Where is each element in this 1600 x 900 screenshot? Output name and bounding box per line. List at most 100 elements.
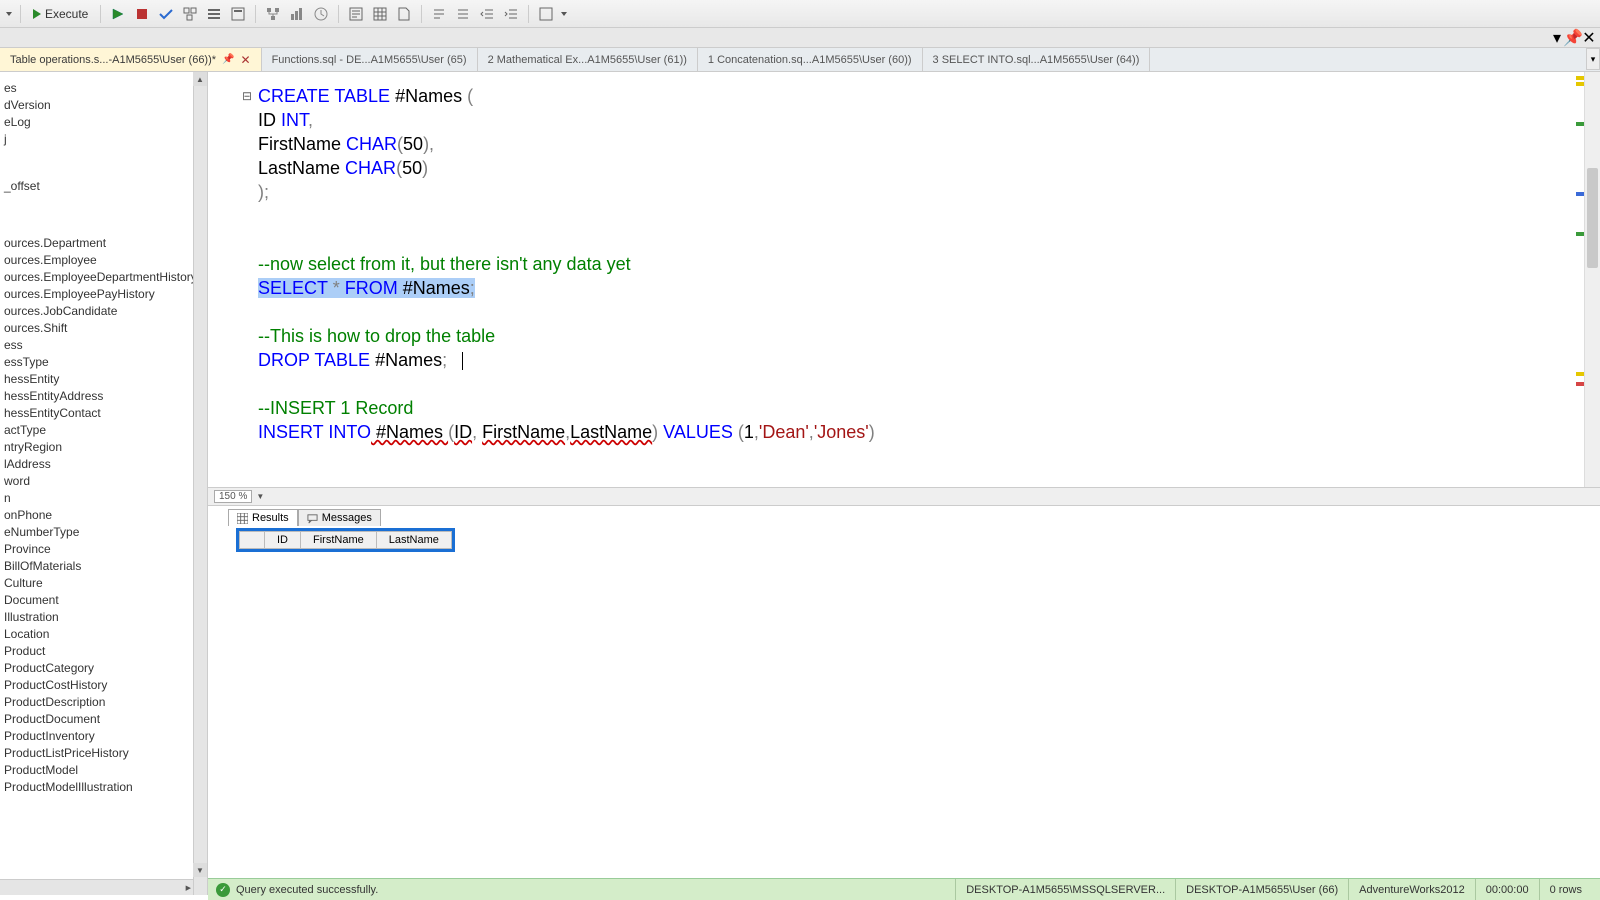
tab-select-into[interactable]: 3 SELECT INTO.sql...A1M5655\User (64)) — [923, 48, 1151, 71]
cancel-button[interactable] — [131, 3, 153, 25]
tree-node[interactable]: ources.Shift — [0, 320, 207, 337]
tree-node[interactable]: ProductInventory — [0, 728, 207, 745]
tree-node[interactable]: es — [0, 80, 207, 97]
scroll-up-button[interactable]: ▲ — [193, 72, 207, 86]
tree-node[interactable]: hessEntity — [0, 371, 207, 388]
tree-node[interactable]: ProductCategory — [0, 660, 207, 677]
execute-button[interactable]: Execute — [27, 3, 94, 25]
decrease-indent-button[interactable] — [476, 3, 498, 25]
include-client-stats-button[interactable] — [310, 3, 332, 25]
tree-node[interactable]: n — [0, 490, 207, 507]
close-sidebar-icon[interactable]: ✕ — [1582, 31, 1596, 45]
tree-node[interactable]: Product — [0, 643, 207, 660]
column-header-lastname[interactable]: LastName — [376, 532, 451, 549]
tree-node[interactable]: hessEntityContact — [0, 405, 207, 422]
db-dropdown[interactable] — [4, 3, 14, 25]
zoom-bar: 150 % ▼ — [208, 487, 1600, 505]
tree-node[interactable]: Document — [0, 592, 207, 609]
tree-node[interactable]: ProductDocument — [0, 711, 207, 728]
tab-label: 1 Concatenation.sq...A1M5655\User (60)) — [708, 54, 912, 66]
tree-node[interactable]: Culture — [0, 575, 207, 592]
tree-node[interactable]: ntryRegion — [0, 439, 207, 456]
tree-node[interactable]: lAddress — [0, 456, 207, 473]
estimated-plan-button[interactable] — [179, 3, 201, 25]
tree-node[interactable]: ProductDescription — [0, 694, 207, 711]
tree-node[interactable]: ources.Department — [0, 235, 207, 252]
status-database: AdventureWorks2012 — [1348, 879, 1475, 900]
tree-node[interactable]: ProductListPriceHistory — [0, 745, 207, 762]
results-to-file-button[interactable] — [393, 3, 415, 25]
tree-node[interactable]: Illustration — [0, 609, 207, 626]
specify-values-button[interactable] — [535, 3, 557, 25]
vertical-scrollbar[interactable] — [193, 72, 207, 895]
debug-button[interactable] — [107, 3, 129, 25]
tree-node[interactable]: actType — [0, 422, 207, 439]
results-tab[interactable]: Results — [228, 509, 298, 526]
main-toolbar: Execute — [0, 0, 1600, 28]
results-to-grid-button[interactable] — [369, 3, 391, 25]
tree-node[interactable]: BillOfMaterials — [0, 558, 207, 575]
tree-node[interactable]: essType — [0, 354, 207, 371]
intellisense-button[interactable] — [227, 3, 249, 25]
tree-node[interactable]: ources.EmployeeDepartmentHistory — [0, 269, 207, 286]
tree-node[interactable]: ProductModelIllustration — [0, 779, 207, 796]
object-tree[interactable]: esdVersioneLogj _offset ources.Departmen… — [0, 72, 207, 796]
tree-node[interactable]: ProductModel — [0, 762, 207, 779]
tree-node[interactable]: j — [0, 131, 207, 148]
tree-node[interactable]: Location — [0, 626, 207, 643]
results-tab-label: Results — [252, 512, 289, 524]
pin-icon[interactable]: 📌 — [222, 54, 234, 65]
tab-table-operations[interactable]: Table operations.s...-A1M5655\User (66))… — [0, 48, 262, 71]
tree-node[interactable]: _offset — [0, 178, 207, 195]
tree-node[interactable]: word — [0, 473, 207, 490]
document-tabs: Table operations.s...-A1M5655\User (66))… — [0, 48, 1600, 72]
tree-node[interactable]: hessEntityAddress — [0, 388, 207, 405]
messages-tab[interactable]: Messages — [298, 509, 381, 526]
tree-node[interactable]: ProductCostHistory — [0, 677, 207, 694]
text-cursor — [462, 352, 463, 370]
tab-mathematical[interactable]: 2 Mathematical Ex...A1M5655\User (61)) — [478, 48, 698, 71]
uncomment-button[interactable] — [452, 3, 474, 25]
include-plan-button[interactable] — [262, 3, 284, 25]
tab-label: Table operations.s...-A1M5655\User (66))… — [10, 54, 216, 66]
status-bar: ✓ Query executed successfully. DESKTOP-A… — [208, 878, 1600, 900]
status-user: DESKTOP-A1M5655\User (66) — [1175, 879, 1348, 900]
tree-node[interactable]: eNumberType — [0, 524, 207, 541]
zoom-dropdown-icon[interactable]: ▼ — [256, 492, 264, 501]
tab-concatenation[interactable]: 1 Concatenation.sq...A1M5655\User (60)) — [698, 48, 923, 71]
sql-editor[interactable]: ⊟ CREATE TABLE #Names ( ID INT, FirstNam… — [208, 72, 1600, 487]
horizontal-scrollbar[interactable] — [0, 879, 193, 895]
editor-scrollbar[interactable] — [1584, 72, 1600, 487]
collapse-icon[interactable]: ⊟ — [242, 84, 252, 108]
tab-functions[interactable]: Functions.sql - DE...A1M5655\User (65) — [262, 48, 478, 71]
results-to-text-button[interactable] — [345, 3, 367, 25]
misc-dropdown[interactable] — [559, 3, 569, 25]
column-header-id[interactable]: ID — [265, 532, 301, 549]
messages-tab-label: Messages — [322, 512, 372, 524]
tree-node[interactable]: ources.JobCandidate — [0, 303, 207, 320]
tab-overflow-button[interactable]: ▾ — [1586, 48, 1600, 70]
column-header-firstname[interactable]: FirstName — [301, 532, 377, 549]
dropdown-icon[interactable]: ▾ — [1550, 31, 1564, 45]
comment-button[interactable] — [428, 3, 450, 25]
success-icon: ✓ — [216, 883, 230, 897]
parse-button[interactable] — [155, 3, 177, 25]
status-time: 00:00:00 — [1475, 879, 1539, 900]
scroll-down-button[interactable]: ▼ — [193, 863, 207, 877]
tree-node[interactable]: dVersion — [0, 97, 207, 114]
tree-node[interactable]: onPhone — [0, 507, 207, 524]
close-tab-icon[interactable]: ✕ — [241, 53, 251, 67]
tree-node[interactable]: ources.Employee — [0, 252, 207, 269]
tree-node[interactable]: ources.EmployeePayHistory — [0, 286, 207, 303]
tree-node[interactable]: ess — [0, 337, 207, 354]
zoom-select[interactable]: 150 % — [214, 490, 252, 503]
tree-node[interactable]: Province — [0, 541, 207, 558]
results-grid[interactable]: ID FirstName LastName — [239, 531, 452, 549]
pushpin-icon[interactable]: 📌 — [1566, 31, 1580, 45]
play-icon — [33, 9, 41, 19]
tab-label: 3 SELECT INTO.sql...A1M5655\User (64)) — [933, 54, 1140, 66]
include-stats-button[interactable] — [286, 3, 308, 25]
query-options-button[interactable] — [203, 3, 225, 25]
increase-indent-button[interactable] — [500, 3, 522, 25]
tree-node[interactable]: eLog — [0, 114, 207, 131]
